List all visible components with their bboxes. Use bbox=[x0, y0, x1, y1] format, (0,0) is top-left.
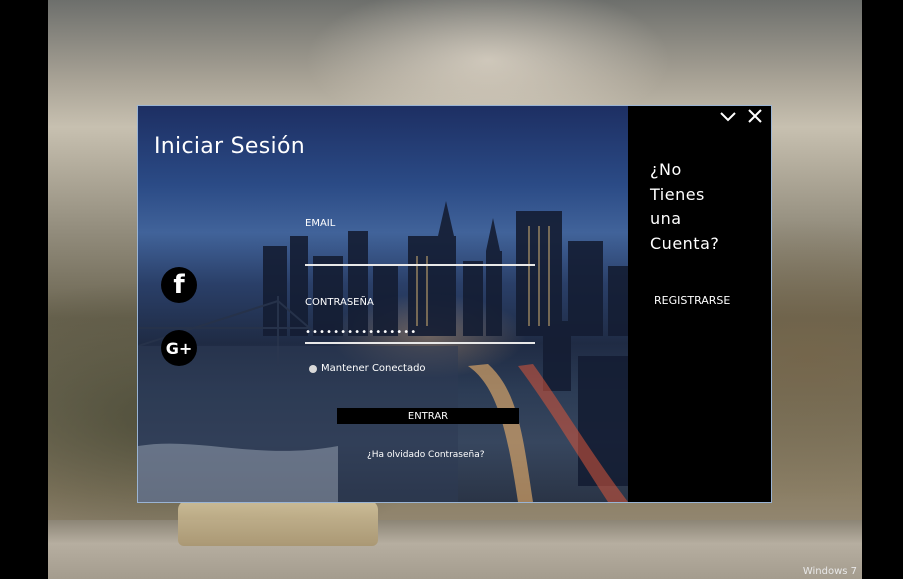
google-plus-icon: G+ bbox=[165, 338, 193, 358]
close-icon[interactable] bbox=[746, 106, 764, 134]
login-window: Iniciar Sesión f G+ EMAIL CONTRASEÑA Man… bbox=[137, 105, 772, 503]
enter-button[interactable]: ENTRAR bbox=[337, 408, 519, 424]
register-link[interactable]: REGISTRARSE bbox=[654, 294, 730, 307]
password-field[interactable] bbox=[305, 322, 535, 344]
login-title: Iniciar Sesión bbox=[154, 134, 305, 159]
city-background bbox=[138, 106, 628, 502]
facebook-icon: f bbox=[173, 270, 185, 300]
password-label: CONTRASEÑA bbox=[305, 297, 374, 308]
remember-me-label: Mantener Conectado bbox=[321, 363, 426, 374]
forgot-password-link[interactable]: ¿Ha olvidado Contraseña? bbox=[367, 450, 485, 460]
no-account-line-3: una bbox=[650, 209, 682, 228]
wallpaper-ground bbox=[48, 520, 862, 579]
google-plus-login-button[interactable]: G+ bbox=[161, 330, 197, 366]
email-label: EMAIL bbox=[305, 218, 336, 229]
email-field[interactable] bbox=[305, 244, 535, 266]
os-watermark: Windows 7 bbox=[802, 566, 857, 577]
remember-me-checkbox[interactable] bbox=[309, 364, 317, 373]
wallpaper-toy-car bbox=[178, 500, 378, 546]
no-account-line-4: Cuenta? bbox=[650, 233, 720, 253]
city-skyline-image bbox=[138, 201, 628, 502]
no-account-line-2: Tienes bbox=[650, 184, 705, 204]
facebook-login-button[interactable]: f bbox=[161, 267, 197, 303]
remember-me-row[interactable]: Mantener Conectado bbox=[309, 363, 426, 374]
no-account-line-1: ¿No bbox=[650, 160, 682, 179]
no-account-prompt: ¿No Tienes una Cuenta? bbox=[650, 158, 760, 256]
minimize-chevron-icon[interactable] bbox=[719, 106, 737, 134]
